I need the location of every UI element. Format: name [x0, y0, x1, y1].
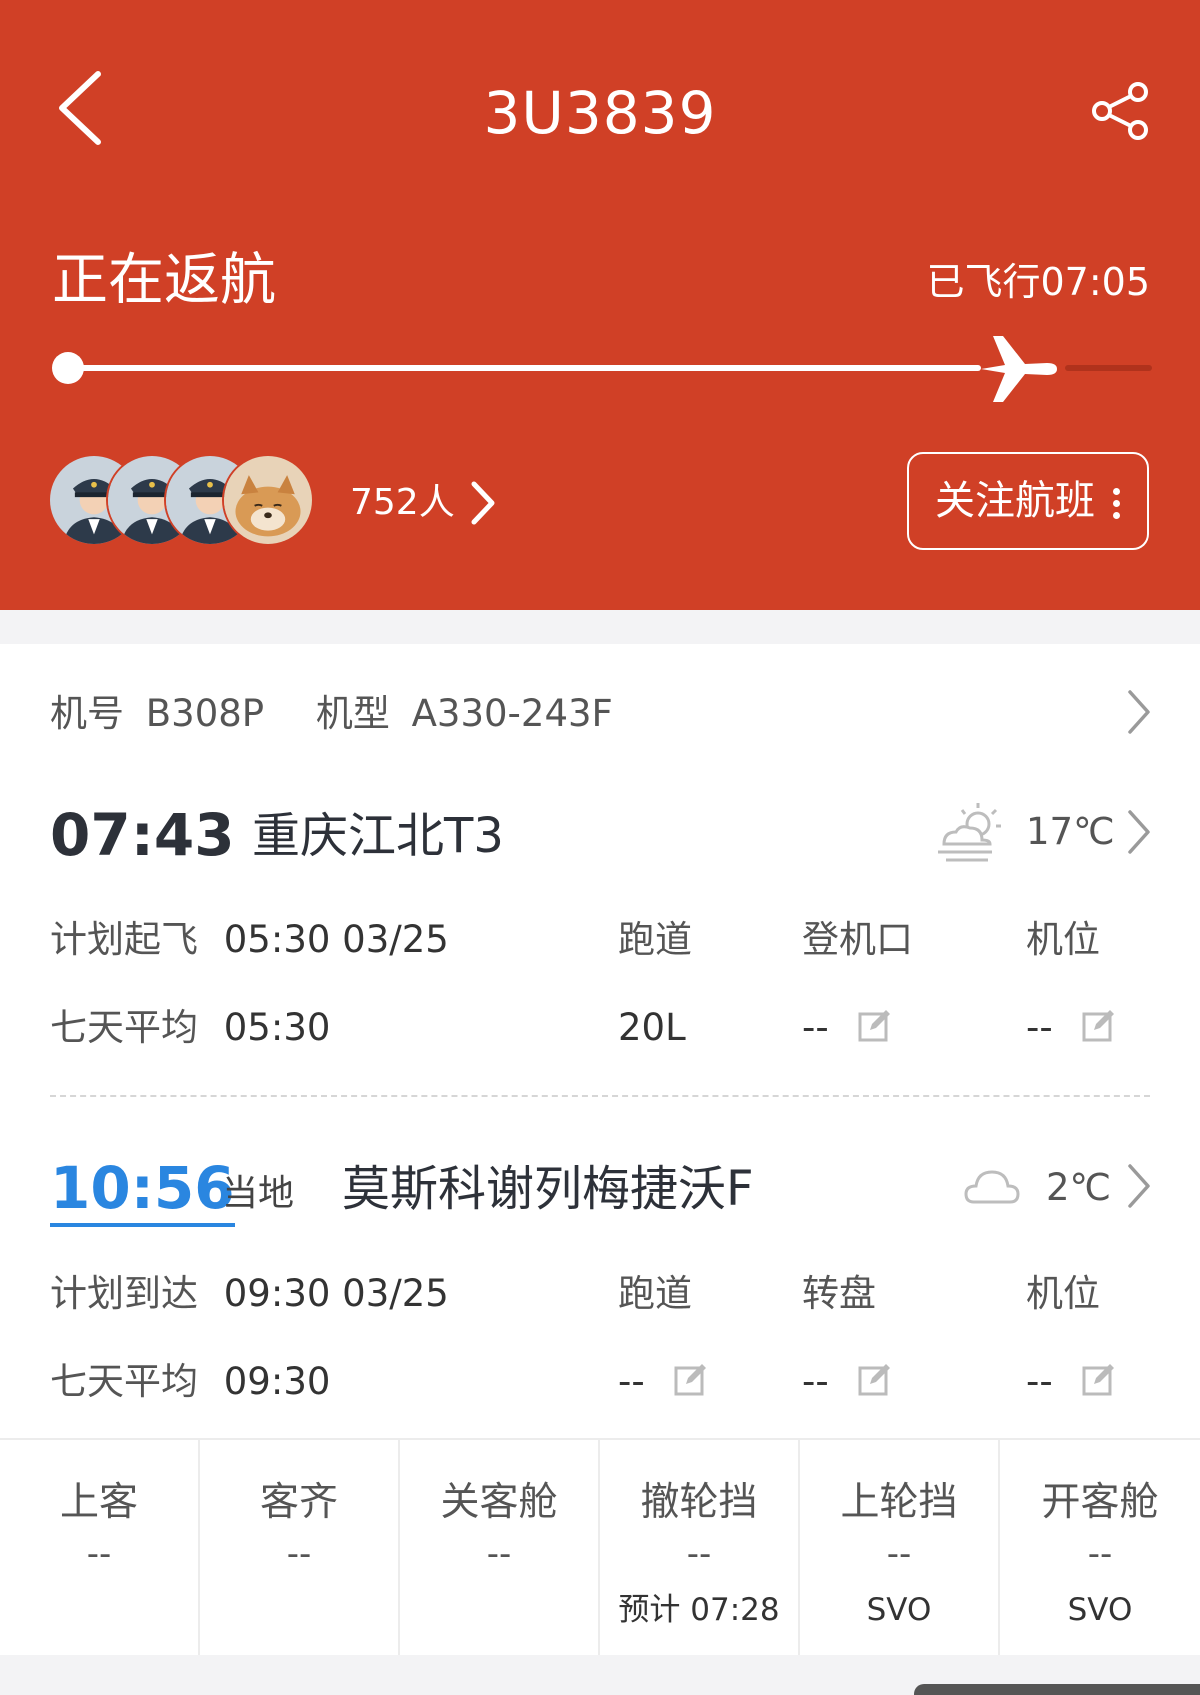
progress-start-dot: [52, 352, 84, 384]
departure-temperature: 17℃: [1026, 810, 1115, 853]
arrival-estimated-time[interactable]: 10:56: [50, 1153, 235, 1227]
arrival-temperature: 2℃: [1046, 1166, 1112, 1209]
flight-number-title: 3U3839: [483, 79, 717, 147]
chevron-right-icon[interactable]: [466, 478, 500, 528]
stand-value: --: [1026, 1006, 1053, 1049]
gate-label: 登机口: [802, 918, 913, 961]
edit-icon[interactable]: [1082, 1008, 1116, 1042]
chevron-right-icon[interactable]: [1124, 688, 1154, 736]
average-value: 05:30: [223, 1006, 331, 1049]
edit-icon[interactable]: [674, 1362, 708, 1396]
edit-icon[interactable]: [858, 1362, 892, 1396]
runway-value: 20L: [618, 1006, 686, 1049]
milestone-label: 开客舱: [1041, 1480, 1159, 1525]
milestone-value: --: [886, 1534, 912, 1574]
planned-arrival-value: 09:30 03/25: [223, 1272, 449, 1315]
milestone-sub: SVO: [866, 1592, 932, 1628]
milestone-cabin-open: 开客舱 -- SVO: [1000, 1440, 1200, 1655]
milestone-label: 上轮挡: [840, 1480, 958, 1525]
milestone-cabin-closed: 关客舱 --: [400, 1440, 600, 1655]
runway-label: 跑道: [618, 918, 692, 961]
milestone-label: 客齐: [259, 1480, 338, 1525]
milestone-boarding: 上客 --: [0, 1440, 200, 1655]
stand-label: 机位: [1026, 918, 1100, 961]
runway-value: --: [618, 1360, 645, 1403]
crew-avatars[interactable]: [48, 454, 328, 548]
milestone-sub: 预计 07:28: [618, 1592, 780, 1628]
section-separator: [0, 610, 1200, 644]
carousel-value: --: [802, 1360, 829, 1403]
floating-bar-edge: [914, 1684, 1200, 1695]
arrival-airport[interactable]: 莫斯科谢列梅捷沃F: [342, 1156, 754, 1222]
aircraft-info-row[interactable]: 机号 B308P 机型 A330-243F: [50, 690, 613, 738]
flight-status: 正在返航: [52, 248, 276, 313]
runway-label: 跑道: [618, 1272, 692, 1315]
departure-airport[interactable]: 重庆江北T3: [252, 803, 504, 869]
aircraft-type-value: A330-243F: [411, 692, 613, 735]
carousel-label: 转盘: [802, 1272, 876, 1315]
milestone-value: --: [86, 1534, 112, 1574]
milestone-chocks-on: 上轮挡 -- SVO: [800, 1440, 1000, 1655]
follow-flight-button[interactable]: 关注航班: [907, 452, 1149, 550]
cloud-icon: [964, 1170, 1020, 1204]
aircraft-type-label: 机型: [315, 692, 390, 735]
arrival-average-row: 七天平均 09:30: [50, 1358, 330, 1406]
milestone-value: --: [486, 1534, 512, 1574]
flown-duration: 已飞行07:05: [926, 260, 1150, 304]
milestone-label: 撤轮挡: [640, 1480, 758, 1525]
departure-average-row: 七天平均 05:30: [50, 1004, 330, 1052]
edit-icon[interactable]: [858, 1008, 892, 1042]
stand-label: 机位: [1026, 1272, 1100, 1315]
milestone-chocks-off: 撤轮挡 -- 预计 07:28: [600, 1440, 800, 1655]
arrival-planned-row: 计划到达 09:30 03/25: [50, 1270, 449, 1318]
milestone-label: 关客舱: [440, 1480, 558, 1525]
dashed-divider: [50, 1095, 1150, 1097]
airplane-icon: [981, 336, 1058, 402]
share-icon[interactable]: [1090, 80, 1152, 142]
progress-track-remaining: [1065, 365, 1152, 371]
milestone-value: --: [286, 1534, 312, 1574]
chevron-right-icon[interactable]: [1124, 1162, 1154, 1210]
milestone-boarding-complete: 客齐 --: [200, 1440, 400, 1655]
partly-cloudy-sun-icon: [938, 803, 1001, 862]
milestone-value: --: [1087, 1534, 1113, 1574]
milestone-grid: 上客 -- 客齐 -- 关客舱 -- 撤轮挡 -- 预计 07:28 上轮挡 -…: [0, 1438, 1200, 1655]
edit-icon[interactable]: [1082, 1362, 1116, 1396]
gate-value: --: [802, 1006, 829, 1049]
milestone-label: 上客: [59, 1480, 138, 1525]
average-label: 七天平均: [50, 1006, 198, 1049]
chevron-right-icon[interactable]: [1124, 808, 1154, 856]
flight-header: 3U3839 正在返航 已飞行07:05 752人 关注航班: [0, 0, 1200, 610]
registration-label: 机号: [50, 692, 124, 735]
crew-count[interactable]: 752人: [350, 480, 455, 526]
planned-arrival-label: 计划到达: [50, 1272, 198, 1315]
departure-planned-row: 计划起飞 05:30 03/25: [50, 916, 449, 964]
milestone-value: --: [686, 1534, 712, 1574]
planned-departure-label: 计划起飞: [50, 918, 198, 961]
average-value: 09:30: [223, 1360, 331, 1403]
departure-actual-time: 07:43: [50, 801, 235, 869]
follow-flight-label: 关注航班: [935, 478, 1095, 524]
progress-track-completed: [68, 365, 982, 371]
milestone-sub: SVO: [1067, 1592, 1133, 1628]
more-dots-icon: [1113, 488, 1121, 520]
local-time-label: 当地: [222, 1173, 295, 1214]
planned-departure-value: 05:30 03/25: [223, 918, 449, 961]
dog-avatar: [222, 454, 314, 546]
stand-value: --: [1026, 1360, 1053, 1403]
registration-value: B308P: [145, 692, 265, 735]
average-label: 七天平均: [50, 1360, 198, 1403]
